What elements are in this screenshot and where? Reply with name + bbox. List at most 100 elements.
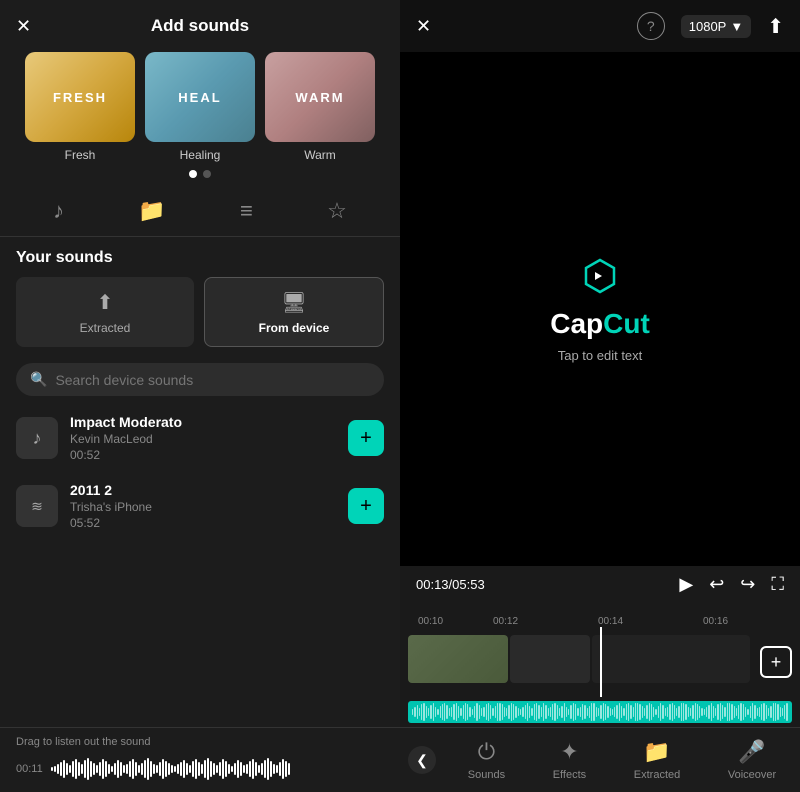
dot-1 [189, 170, 197, 178]
search-bar[interactable]: 🔍 [16, 363, 384, 396]
effects-nav-label: Effects [553, 769, 586, 781]
extracted-icon: ⬆ [97, 290, 114, 315]
video-thumb-2 [510, 635, 590, 683]
sound-card-warm[interactable]: WARM Warm [265, 52, 375, 162]
timeline-buttons: ▶ ↩ ↪ ⛶ [679, 574, 784, 595]
your-sounds-cards: ⬆ Extracted 🖥 From device [16, 277, 384, 347]
export-button[interactable]: ⬆ [767, 14, 784, 39]
right-header: ✕ ? 1080P ▼ ⬆ [400, 0, 800, 52]
fresh-label: Fresh [65, 148, 96, 162]
preview-area: CapCut Tap to edit text [400, 52, 800, 566]
healing-card-bg: HEAL [145, 52, 255, 142]
quality-arrow-icon: ▼ [730, 19, 743, 34]
left-header: ✕ Add sounds [0, 0, 400, 52]
tab-folder[interactable]: 📁 [130, 194, 173, 228]
sound-name-2: 2011 2 [70, 482, 336, 498]
capcut-logo-icon [580, 256, 620, 296]
sounds-nav-label: Sounds [468, 769, 505, 781]
from-device-card[interactable]: 🖥 From device [204, 277, 384, 347]
timeline-tracks: + [400, 627, 800, 697]
sound-item-2011-2: ≋ 2011 2 Trisha's iPhone 05:52 + [16, 472, 384, 540]
extracted-nav-label: Extracted [634, 769, 680, 781]
music-note-icon: ♪ [33, 428, 42, 449]
warm-card-bg: WARM [265, 52, 375, 142]
timeline-controls: 00:13/05:53 ▶ ↩ ↪ ⛶ [400, 566, 800, 603]
bottom-nav: ❮ ⏻ Sounds ✦ Effects 📁 Extracted 🎤 Voice… [400, 727, 800, 792]
effects-icon: ✦ [560, 739, 578, 765]
pagination-dots [0, 162, 400, 186]
audio-wave-inner [408, 701, 792, 723]
voiceover-icon: 🎤 [738, 739, 765, 765]
sound-thumb-2: ≋ [16, 485, 58, 527]
search-input[interactable] [55, 372, 370, 388]
timeline-time: 00:13/05:53 [416, 577, 485, 592]
redo-button[interactable]: ↪ [740, 574, 755, 595]
add-sound-2-button[interactable]: + [348, 488, 384, 524]
ruler-00-14: 00:14 [598, 616, 623, 627]
your-sounds-title: Your sounds [16, 249, 384, 267]
tab-tiktok[interactable]: ♪ [45, 194, 72, 228]
sound-duration-2: 05:52 [70, 516, 336, 530]
search-icon: 🔍 [30, 371, 47, 388]
ruler-00-12: 00:12 [493, 616, 518, 627]
add-track-button[interactable]: + [760, 646, 792, 678]
add-sound-1-button[interactable]: + [348, 420, 384, 456]
sounds-icon: ⏻ [478, 739, 495, 765]
right-close-button[interactable]: ✕ [416, 16, 431, 37]
sound-cards-row: FRESH Fresh HEAL Healing WARM Warm [16, 52, 384, 162]
capcut-tagline[interactable]: Tap to edit text [558, 348, 643, 363]
sound-name-1: Impact Moderato [70, 414, 336, 430]
nav-item-effects[interactable]: ✦ Effects [553, 739, 586, 781]
audio-waveform [408, 701, 792, 723]
track-playhead [600, 627, 602, 697]
help-button[interactable]: ? [637, 12, 665, 40]
ruler-00-16: 00:16 [703, 616, 728, 627]
dot-2 [203, 170, 211, 178]
sound-info-1: Impact Moderato Kevin MacLeod 00:52 [70, 414, 336, 462]
quality-button[interactable]: 1080P ▼ [681, 15, 751, 38]
play-button[interactable]: ▶ [679, 574, 693, 595]
undo-button[interactable]: ↩ [709, 574, 724, 595]
bars-icon: ≋ [31, 498, 43, 515]
waveform-visual[interactable] [51, 754, 384, 784]
timeline-ruler: 00:10 00:12 00:14 00:16 [400, 603, 800, 627]
left-panel-title: Add sounds [151, 16, 249, 36]
tab-favorites[interactable]: ☆ [319, 194, 355, 228]
nav-item-sounds[interactable]: ⏻ Sounds [468, 739, 505, 781]
back-arrow-icon: ❮ [408, 746, 436, 774]
right-panel: ✕ ? 1080P ▼ ⬆ CapCut Tap to edit text 00… [400, 0, 800, 792]
extracted-card-label: Extracted [80, 321, 131, 335]
device-icon: 🖥 [281, 290, 306, 315]
from-device-label: From device [259, 321, 330, 335]
sound-artist-2: Trisha's iPhone [70, 500, 336, 514]
sound-artist-1: Kevin MacLeod [70, 432, 336, 446]
tab-list[interactable]: ≡ [232, 194, 261, 228]
video-thumb-dark [592, 635, 750, 683]
nav-item-extracted[interactable]: 📁 Extracted [634, 739, 680, 781]
sound-thumb-1: ♪ [16, 417, 58, 459]
video-track [408, 635, 750, 683]
ruler-00-10: 00:10 [418, 616, 443, 627]
sound-card-fresh[interactable]: FRESH Fresh [25, 52, 135, 162]
sound-card-healing[interactable]: HEAL Healing [145, 52, 255, 162]
sound-nav-tabs: ♪ 📁 ≡ ☆ [0, 186, 400, 237]
sound-cards-wrapper: FRESH Fresh HEAL Healing WARM Warm [0, 52, 400, 162]
extracted-card[interactable]: ⬆ Extracted [16, 277, 194, 347]
warm-label: Warm [304, 148, 336, 162]
waveform-row: 00:11 [16, 754, 384, 784]
waveform-bottom: Drag to listen out the sound 00:11 [0, 727, 400, 792]
sound-item-impact-moderato: ♪ Impact Moderato Kevin MacLeod 00:52 + [16, 404, 384, 472]
healing-label: Healing [180, 148, 221, 162]
left-close-button[interactable]: ✕ [16, 16, 31, 37]
fresh-card-bg: FRESH [25, 52, 135, 142]
audio-track [400, 697, 800, 727]
video-thumb-1 [408, 635, 508, 683]
extracted-nav-icon: 📁 [643, 739, 670, 765]
bottom-nav-items: ⏻ Sounds ✦ Effects 📁 Extracted 🎤 Voiceov… [444, 728, 800, 792]
nav-item-voiceover[interactable]: 🎤 Voiceover [728, 739, 776, 781]
left-panel: ✕ Add sounds FRESH Fresh HEAL Healing WA… [0, 0, 400, 792]
your-sounds-section: Your sounds ⬆ Extracted 🖥 From device [0, 237, 400, 355]
fullscreen-button[interactable]: ⛶ [771, 574, 784, 595]
back-button[interactable]: ❮ [400, 728, 444, 792]
voiceover-nav-label: Voiceover [728, 769, 776, 781]
